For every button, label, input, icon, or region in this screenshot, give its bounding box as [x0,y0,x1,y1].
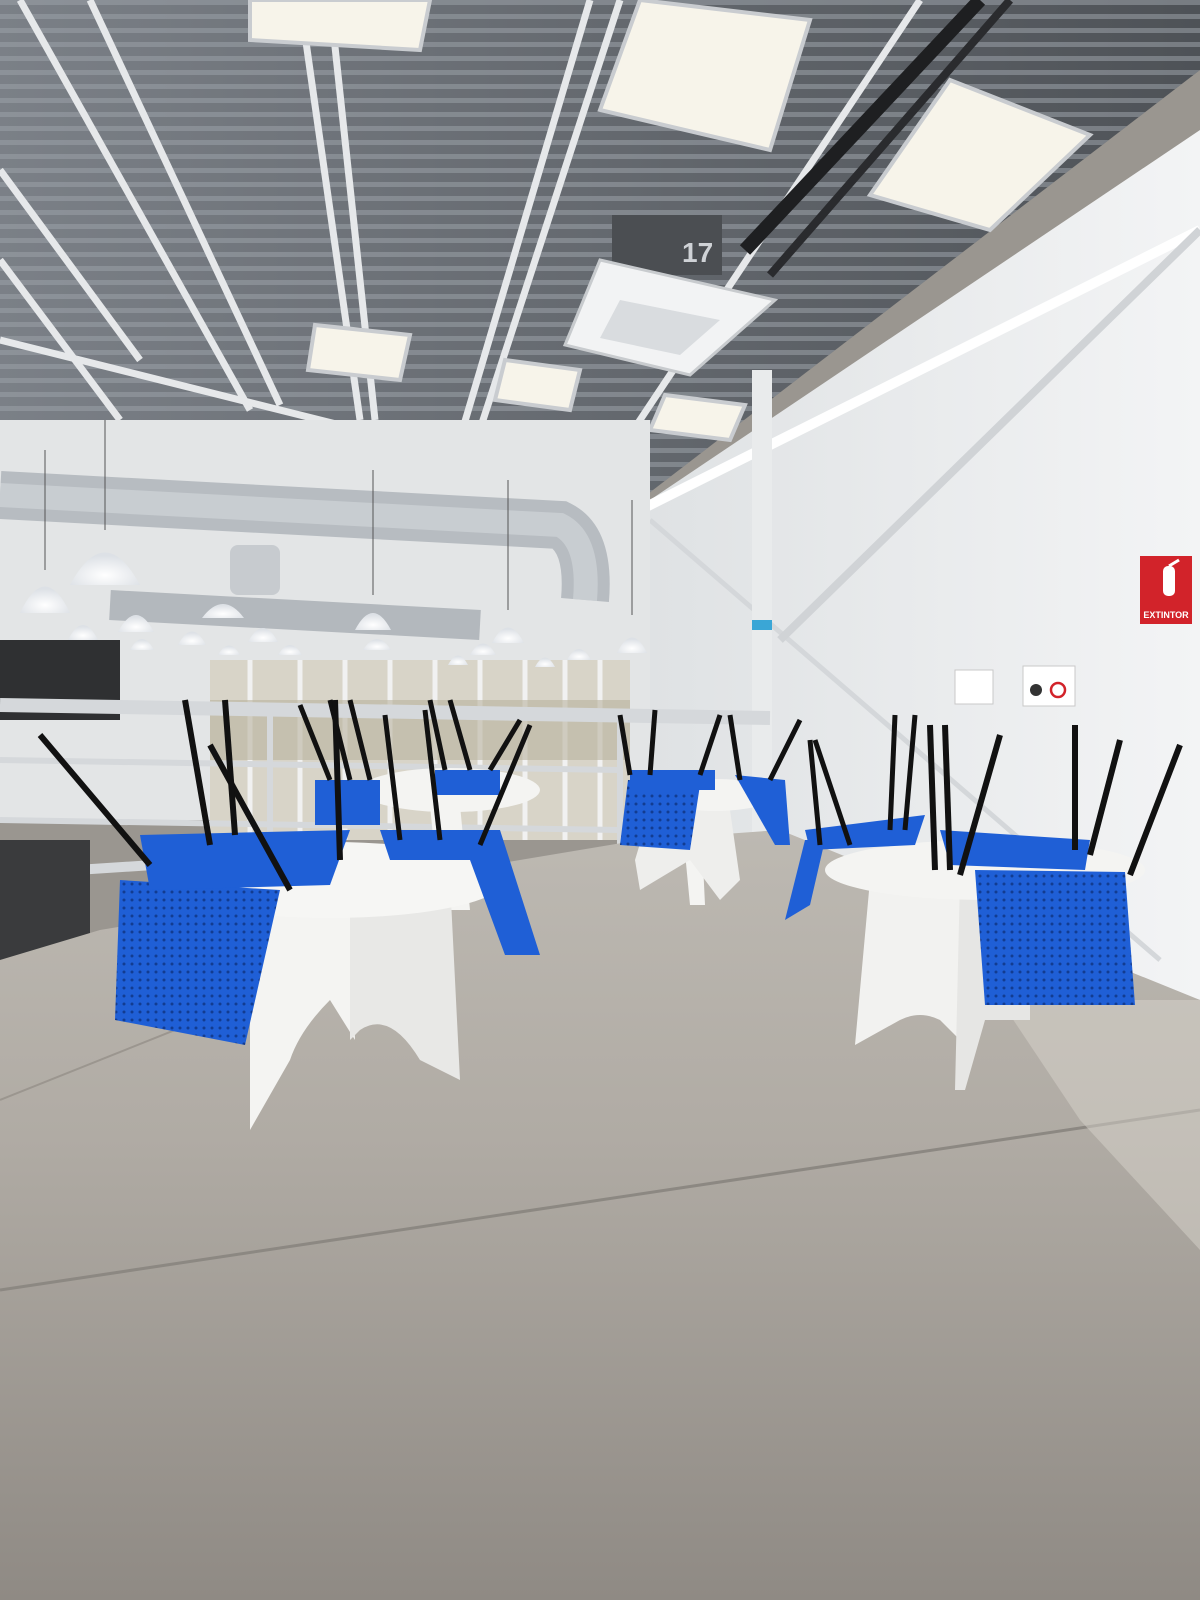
extinguisher-label: EXTINTOR [1143,610,1189,620]
wall-notice [954,669,994,705]
back-area [0,420,650,840]
fire-extinguisher-sign: EXTINTOR [1140,556,1192,624]
no-smoking-notice [1022,665,1076,707]
photo-scene: 17 EXTINTOR [0,0,1200,1600]
ceiling-unit-number: 17 [682,237,713,268]
